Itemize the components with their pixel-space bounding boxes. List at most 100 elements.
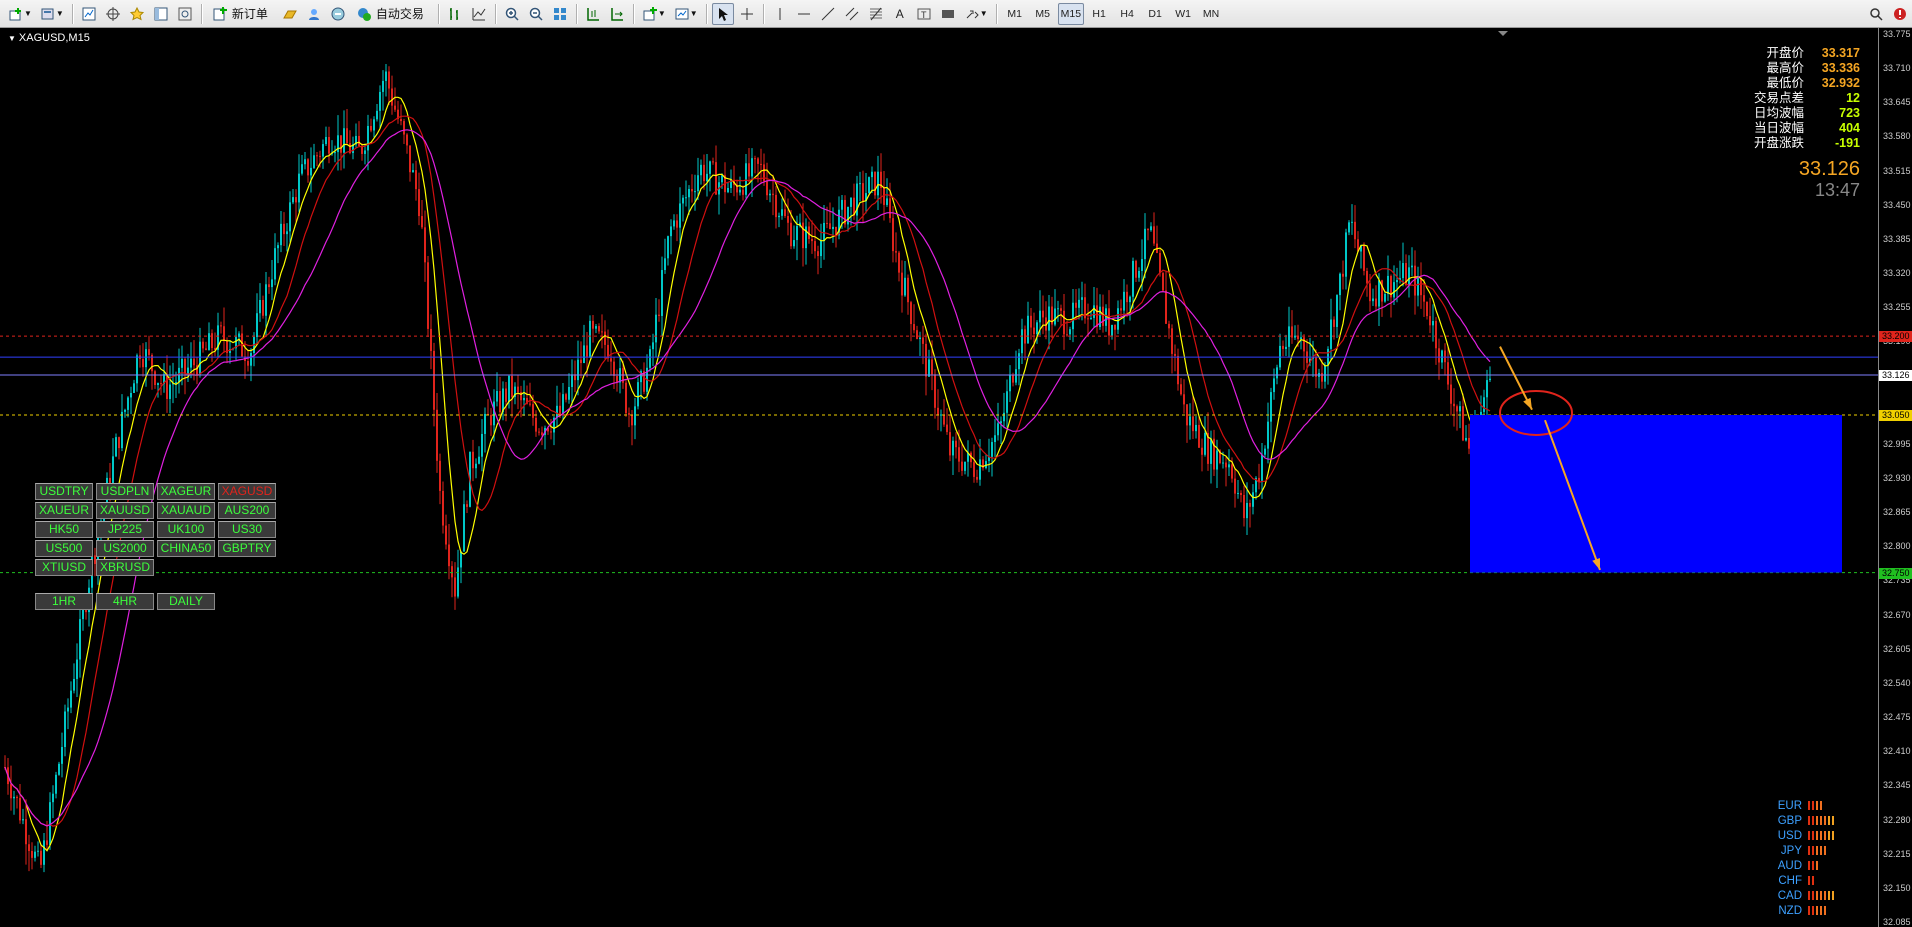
candle-body [142, 358, 144, 368]
signals-icon[interactable] [327, 3, 349, 25]
symbol-button-xaueur[interactable]: XAUEUR [35, 502, 93, 519]
tester-icon[interactable] [174, 3, 196, 25]
candle-body [1057, 308, 1059, 310]
candle-body [1171, 328, 1173, 354]
strength-row: EUR [1760, 798, 1860, 813]
symbol-button-xagusd[interactable]: XAGUSD [218, 483, 276, 500]
symbol-button-china50[interactable]: CHINA50 [157, 540, 215, 557]
timeframe-d1-button[interactable]: D1 [1142, 3, 1168, 25]
info-label: 最低价 [1766, 76, 1804, 90]
candle-body [703, 164, 705, 182]
rectangle-icon[interactable] [937, 3, 959, 25]
candle-body [535, 417, 537, 432]
gold-bar-icon[interactable] [279, 3, 301, 25]
candle-body [1018, 353, 1020, 370]
strength-bar [1808, 891, 1810, 900]
candle-body [565, 394, 567, 400]
price-plot[interactable] [0, 28, 1878, 927]
new-order-button[interactable]: 新订单 [207, 3, 277, 25]
auto-scroll-icon[interactable] [606, 3, 628, 25]
chart-window[interactable]: ▼ XAGUSD,M15 开盘价 33.317 最高价 33.336 最低价 32.932 交… [0, 28, 1912, 927]
candle-body [517, 386, 519, 393]
moving-average-mid [4, 115, 1491, 827]
candle-body [1042, 310, 1044, 318]
candle-body [1378, 280, 1380, 307]
candle-body [358, 135, 360, 146]
equidistant-channel-icon[interactable] [841, 3, 863, 25]
symbol-button-us30[interactable]: US30 [218, 521, 276, 538]
auto-trading-button[interactable]: 自动交易 [351, 3, 433, 25]
candle-body [130, 392, 132, 398]
candle-body [1087, 318, 1089, 320]
indicators-icon[interactable]: ▼ [639, 3, 669, 25]
bar-chart-icon[interactable] [444, 3, 466, 25]
timeframe-h1-button[interactable]: H1 [1086, 3, 1112, 25]
symbol-button-gbptry[interactable]: GBPTRY [218, 540, 276, 557]
timeframe-mn-button[interactable]: MN [1198, 3, 1224, 25]
symbol-button-us500[interactable]: US500 [35, 540, 93, 557]
new-chart-icon[interactable]: ▼ [5, 3, 35, 25]
price-axis[interactable]: 33.775 33.710 33.645 33.580 33.515 33.450 33.3… [1878, 28, 1912, 927]
timeframe-w1-button[interactable]: W1 [1170, 3, 1196, 25]
timeframe-h4-button[interactable]: H4 [1114, 3, 1140, 25]
fibonacci-icon[interactable] [865, 3, 887, 25]
symbol-button-xtiusd[interactable]: XTIUSD [35, 559, 93, 576]
candle-body [997, 423, 999, 436]
favorites-icon[interactable] [126, 3, 148, 25]
candle-body [1468, 437, 1470, 449]
symbol-button-xbrusd[interactable]: XBRUSD [96, 559, 154, 576]
candle-body [1069, 329, 1071, 335]
info-row: 开盘涨跌 -191 [1720, 136, 1860, 151]
data-window-icon[interactable] [150, 3, 172, 25]
symbol-button-us2000[interactable]: US2000 [96, 540, 154, 557]
candle-body [79, 619, 81, 660]
zoom-out-icon[interactable] [525, 3, 547, 25]
info-row: 日均波幅 723 [1720, 106, 1860, 121]
symbol-button-hk50[interactable]: HK50 [35, 521, 93, 538]
timeframe-m1-button[interactable]: M1 [1002, 3, 1028, 25]
templates-icon[interactable]: ▼ [671, 3, 701, 25]
price-tick-label: 32.215 [1883, 848, 1911, 859]
arrows-icon[interactable]: ▼ [961, 3, 991, 25]
horizontal-line-icon[interactable] [793, 3, 815, 25]
symbol-button-aus200[interactable]: AUS200 [218, 502, 276, 519]
text-icon[interactable]: A [889, 3, 911, 25]
period-button-1hr[interactable]: 1HR [35, 593, 93, 610]
zoom-in-icon[interactable] [501, 3, 523, 25]
account-icon[interactable] [303, 3, 325, 25]
market-watch-icon[interactable] [78, 3, 100, 25]
price-tick-label: 33.385 [1883, 233, 1911, 244]
candle-body [523, 397, 525, 401]
symbol-button-usdpln[interactable]: USDPLN [96, 483, 154, 500]
symbol-button-xauaud[interactable]: XAUAUD [157, 502, 215, 519]
candle-body [691, 189, 693, 192]
navigator-icon[interactable] [102, 3, 124, 25]
crosshair-icon[interactable] [736, 3, 758, 25]
timeframe-m5-button[interactable]: M5 [1030, 3, 1056, 25]
price-tick-label: 32.540 [1883, 677, 1911, 688]
candle-body [1201, 447, 1203, 455]
symbol-button-usdtry[interactable]: USDTRY [35, 483, 93, 500]
search-icon[interactable] [1865, 3, 1887, 25]
trendline-icon[interactable] [817, 3, 839, 25]
period-button-4hr[interactable]: 4HR [96, 593, 154, 610]
notification-icon[interactable] [1889, 3, 1911, 25]
timeframe-m15-button[interactable]: M15 [1057, 2, 1085, 25]
symbol-button-uk100[interactable]: UK100 [157, 521, 215, 538]
cursor-icon[interactable] [711, 2, 734, 25]
candle-body [508, 375, 510, 402]
symbol-button-xageur[interactable]: XAGEUR [157, 483, 215, 500]
chart-shift-icon[interactable] [582, 3, 604, 25]
text-label-icon[interactable]: T [913, 3, 935, 25]
period-button-daily[interactable]: DAILY [157, 593, 215, 610]
candle-body [757, 158, 759, 164]
line-chart-icon[interactable] [468, 3, 490, 25]
candle-body [391, 88, 393, 106]
tile-windows-icon[interactable] [549, 3, 571, 25]
vertical-line-icon[interactable] [769, 3, 791, 25]
symbol-button-jp225[interactable]: JP225 [96, 521, 154, 538]
symbol-button-xauusd[interactable]: XAUUSD [96, 502, 154, 519]
candle-body [505, 388, 507, 402]
profiles-icon[interactable]: ▼ [37, 3, 67, 25]
new-order-label: 新订单 [231, 7, 268, 21]
